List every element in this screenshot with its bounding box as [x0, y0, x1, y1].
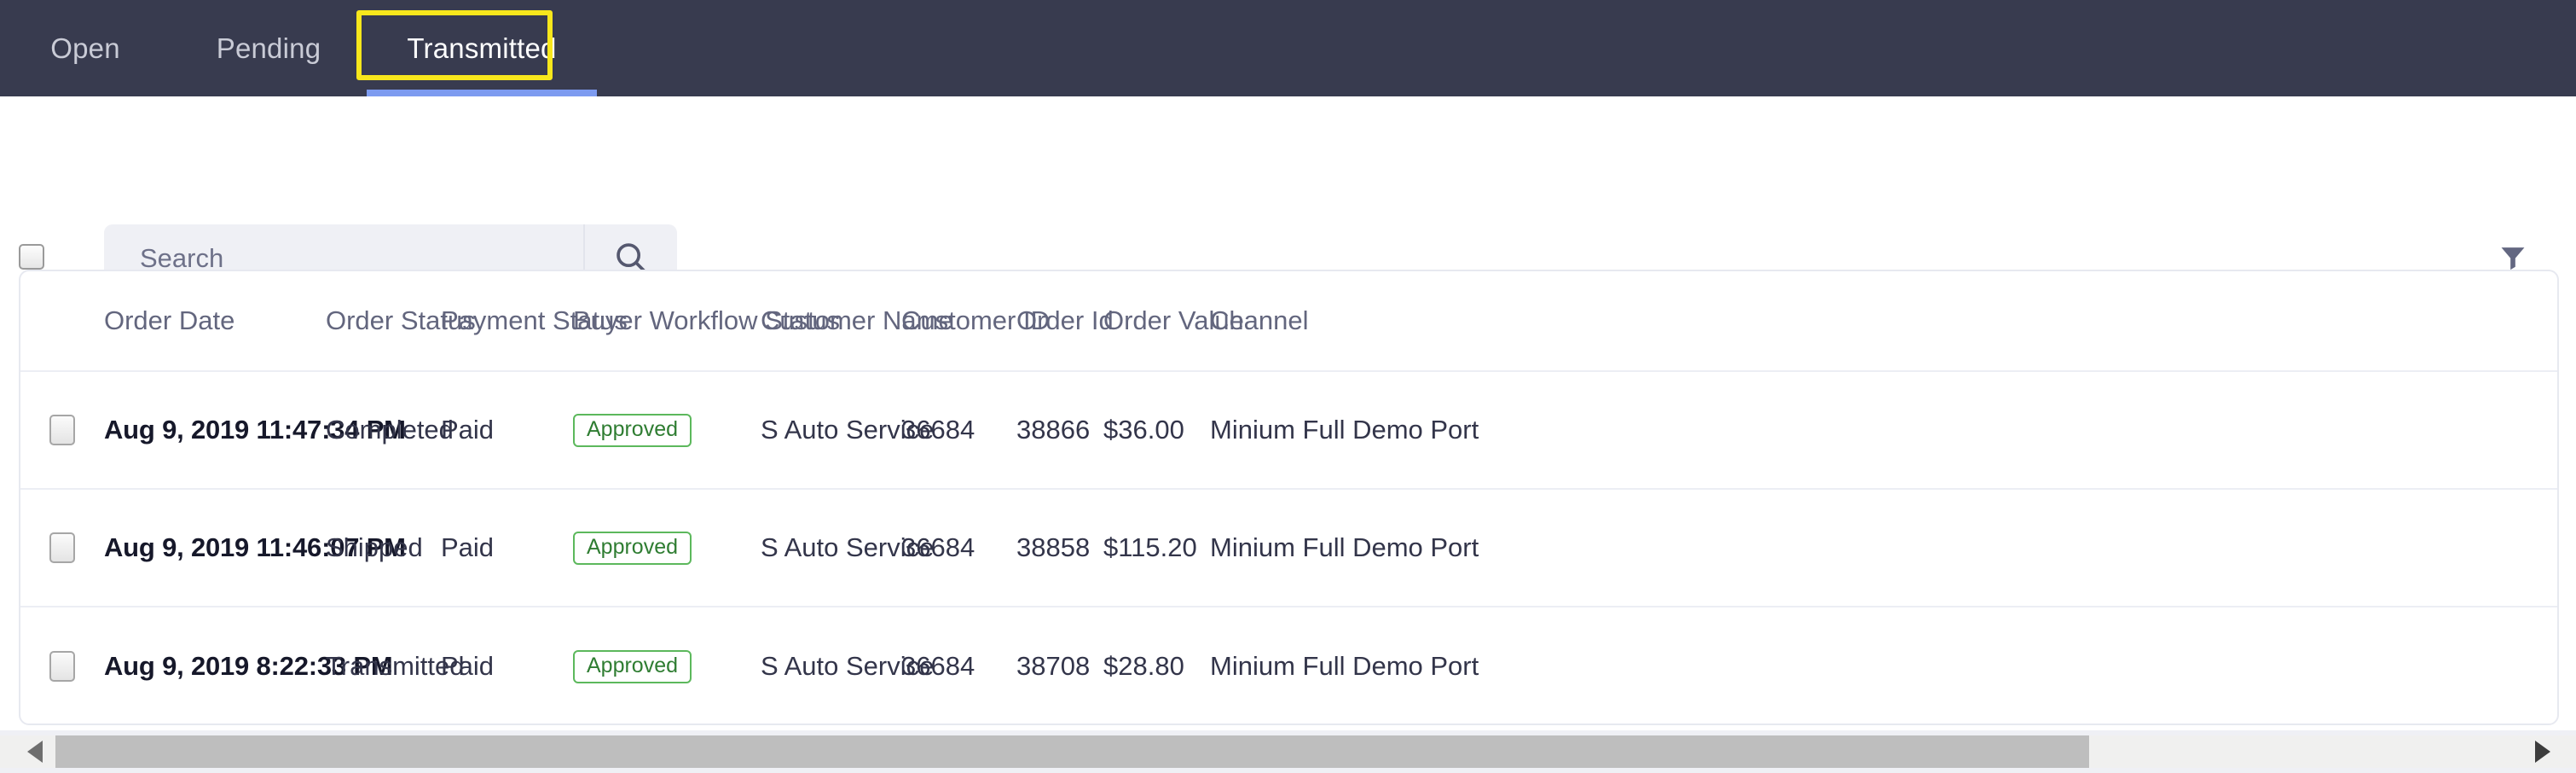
- tab-pending-label: Pending: [216, 32, 321, 64]
- cell-customer-id: 36684: [901, 415, 975, 445]
- scrollbar-thumb[interactable]: [55, 735, 2089, 768]
- column-header-customer-id[interactable]: Customer ID: [901, 305, 1050, 336]
- tab-transmitted-label: Transmitted: [407, 32, 557, 64]
- cell-payment-status: Paid: [441, 532, 495, 562]
- cell-channel: Minium Full Demo Port: [1210, 415, 1479, 445]
- caret-left-icon[interactable]: [27, 741, 43, 763]
- cell-order-id: 38866: [1016, 415, 1091, 445]
- tab-pending[interactable]: Pending: [171, 0, 367, 96]
- table-row[interactable]: Aug 9, 2019 8:22:33 PM Transmitted Paid …: [20, 607, 2557, 724]
- cell-customer-id: 36684: [901, 651, 975, 681]
- cell-order-id: 38708: [1016, 651, 1091, 681]
- cell-payment-status: Paid: [441, 415, 495, 445]
- row-checkbox[interactable]: [49, 532, 75, 563]
- table-row[interactable]: Aug 9, 2019 11:47:34 PM Completed Paid A…: [20, 372, 2557, 490]
- select-all-checkbox[interactable]: [19, 244, 44, 270]
- horizontal-scrollbar[interactable]: [0, 730, 2576, 773]
- cell-order-status: Shipped: [326, 532, 423, 562]
- table-row[interactable]: Aug 9, 2019 11:46:07 PM Shipped Paid App…: [20, 490, 2557, 607]
- tab-open-label: Open: [50, 32, 120, 64]
- column-header-payment-status[interactable]: Payment Status: [441, 305, 628, 336]
- cell-channel: Minium Full Demo Port: [1210, 651, 1479, 681]
- tab-active-underline: [367, 90, 597, 96]
- toolbar: [0, 96, 2576, 293]
- orders-table-card: Order Date Order Status Payment Status B…: [19, 270, 2559, 725]
- tab-open[interactable]: Open: [0, 0, 171, 96]
- cell-payment-status: Paid: [441, 651, 495, 681]
- column-header-order-status[interactable]: Order Status: [326, 305, 476, 336]
- cell-order-date: Aug 9, 2019 8:22:33 PM: [104, 651, 393, 681]
- cell-order-value: $28.80: [1103, 651, 1184, 681]
- cell-buyer-workflow-status: Approved: [573, 413, 761, 447]
- cell-order-value: $115.20: [1103, 532, 1197, 562]
- column-header-customer-name[interactable]: Customer Name: [761, 305, 953, 336]
- status-badge: Approved: [573, 649, 692, 683]
- cell-customer-name: S Auto Service: [761, 415, 935, 445]
- cell-order-date: Aug 9, 2019 11:46:07 PM: [104, 532, 406, 562]
- column-header-channel[interactable]: Channel: [1210, 305, 2557, 336]
- tab-transmitted[interactable]: Transmitted: [367, 0, 597, 96]
- tab-list: Open Pending Transmitted: [0, 0, 597, 96]
- cell-channel: Minium Full Demo Port: [1210, 532, 1479, 562]
- top-tab-bar: Open Pending Transmitted: [0, 0, 2576, 96]
- cell-customer-id: 36684: [901, 532, 975, 562]
- column-header-order-value[interactable]: Order Value: [1103, 305, 1244, 336]
- cell-buyer-workflow-status: Approved: [573, 531, 761, 565]
- cell-buyer-workflow-status: Approved: [573, 649, 761, 683]
- cell-order-date: Aug 9, 2019 11:47:34 PM: [104, 415, 406, 445]
- row-checkbox-cell: [20, 651, 104, 682]
- column-header-order-id[interactable]: Order Id: [1016, 305, 1114, 336]
- cell-order-status: Completed: [326, 415, 454, 445]
- row-checkbox-cell: [20, 532, 104, 563]
- caret-right-icon[interactable]: [2535, 741, 2550, 763]
- row-checkbox[interactable]: [49, 651, 75, 682]
- column-header-order-date[interactable]: Order Date: [104, 305, 326, 336]
- cell-order-id: 38858: [1016, 532, 1091, 562]
- cell-order-status: Transmitted: [326, 651, 465, 681]
- table-header-row: Order Date Order Status Payment Status B…: [20, 271, 2557, 372]
- cell-customer-name: S Auto Service: [761, 532, 935, 562]
- cell-customer-name: S Auto Service: [761, 651, 935, 681]
- cell-order-value: $36.00: [1103, 415, 1184, 445]
- status-badge: Approved: [573, 531, 692, 565]
- column-header-buyer-workflow-status[interactable]: Buyer Workflow Status: [573, 305, 840, 336]
- row-checkbox-cell: [20, 415, 104, 445]
- row-checkbox[interactable]: [49, 415, 75, 445]
- status-badge: Approved: [573, 413, 692, 447]
